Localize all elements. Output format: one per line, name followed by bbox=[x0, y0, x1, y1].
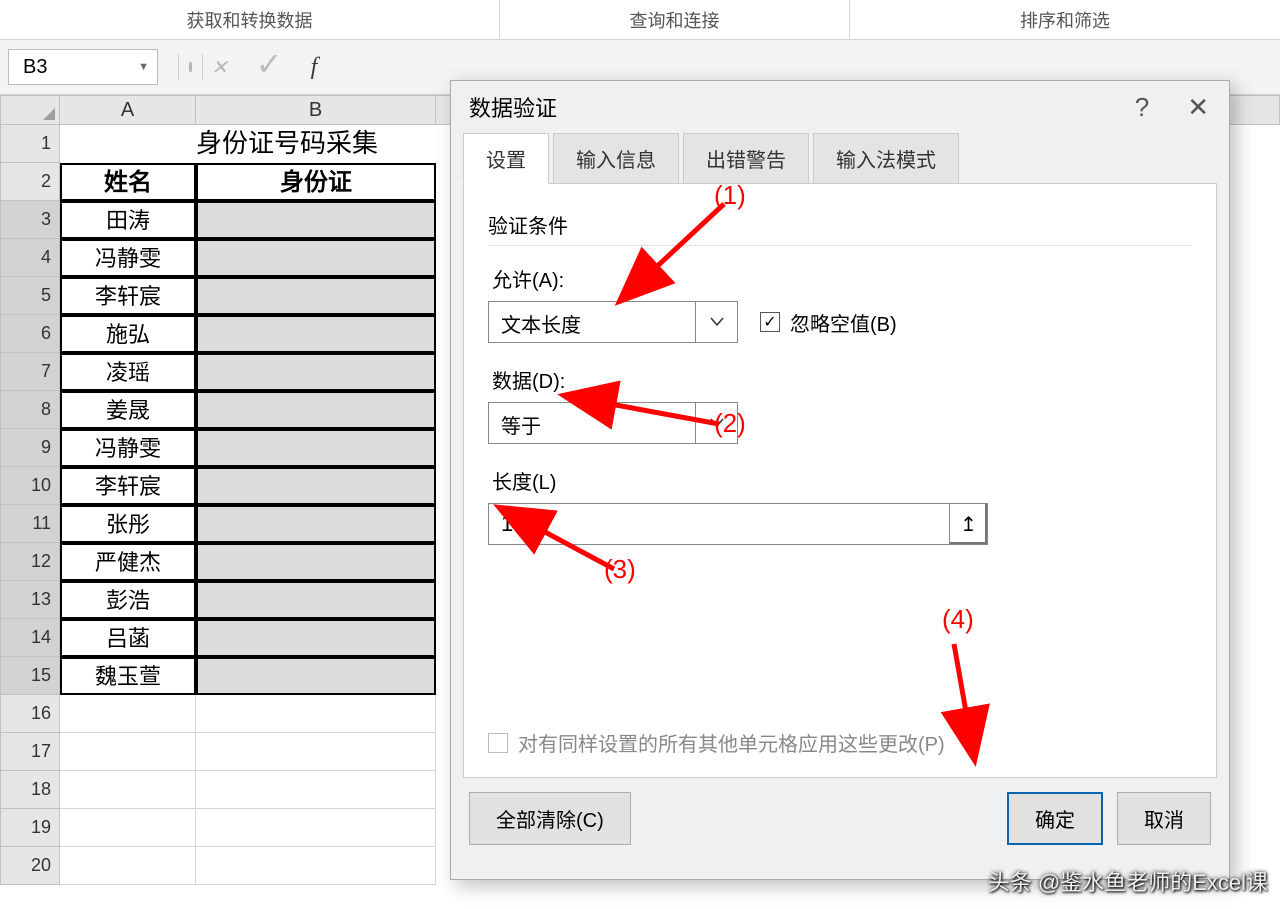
check-icon[interactable]: ✓ bbox=[256, 45, 283, 83]
cell[interactable] bbox=[196, 619, 436, 657]
drag-handle-icon[interactable] bbox=[189, 62, 192, 72]
row-header[interactable]: 6 bbox=[0, 315, 60, 353]
data-label: 数据(D): bbox=[492, 365, 1192, 394]
length-input[interactable]: ↥ bbox=[488, 503, 988, 545]
row-header[interactable]: 2 bbox=[0, 163, 60, 201]
apply-all-label: 对有同样设置的所有其他单元格应用这些更改(P) bbox=[518, 728, 945, 757]
cancel-button[interactable]: 取消 bbox=[1117, 792, 1211, 845]
help-icon[interactable]: ? bbox=[1135, 92, 1149, 123]
dialog-tabs: 设置 输入信息 出错警告 输入法模式 bbox=[451, 133, 1229, 184]
tab-settings[interactable]: 设置 bbox=[463, 133, 549, 184]
cell[interactable]: 严健杰 bbox=[60, 543, 196, 581]
tab-error-alert[interactable]: 出错警告 bbox=[683, 133, 809, 184]
cell[interactable]: 张彤 bbox=[60, 505, 196, 543]
annotation-1: (1) bbox=[714, 180, 746, 211]
cell[interactable]: 李轩宸 bbox=[60, 467, 196, 505]
arrow-icon bbox=[944, 639, 1004, 774]
chevron-down-icon[interactable]: ▼ bbox=[124, 61, 149, 73]
cell[interactable] bbox=[196, 467, 436, 505]
row-header[interactable]: 11 bbox=[0, 505, 60, 543]
ribbon-group-data: 获取和转换数据 bbox=[0, 0, 500, 41]
row-header[interactable]: 18 bbox=[0, 771, 60, 809]
column-header-B[interactable]: B bbox=[196, 95, 436, 125]
cell[interactable]: 姜晟 bbox=[60, 391, 196, 429]
cell[interactable] bbox=[196, 391, 436, 429]
row-header[interactable]: 5 bbox=[0, 277, 60, 315]
cell[interactable] bbox=[196, 429, 436, 467]
row-header[interactable]: 19 bbox=[0, 809, 60, 847]
divider bbox=[202, 54, 203, 80]
row-header[interactable]: 17 bbox=[0, 733, 60, 771]
row-header[interactable]: 4 bbox=[0, 239, 60, 277]
range-select-icon[interactable]: ↥ bbox=[949, 504, 987, 544]
allow-combobox[interactable]: 文本长度 bbox=[488, 301, 738, 343]
cell[interactable]: 凌瑶 bbox=[60, 353, 196, 391]
title-cell[interactable]: 身份证号码采集 bbox=[196, 125, 436, 163]
row-header[interactable]: 3 bbox=[0, 201, 60, 239]
cell[interactable] bbox=[196, 201, 436, 239]
cell[interactable]: 冯静雯 bbox=[60, 239, 196, 277]
row-header[interactable]: 8 bbox=[0, 391, 60, 429]
cell[interactable]: 彭浩 bbox=[60, 581, 196, 619]
ribbon-group-queries: 查询和连接 bbox=[500, 0, 850, 41]
row-header[interactable]: 9 bbox=[0, 429, 60, 467]
row-header[interactable]: 1 bbox=[0, 125, 60, 163]
column-header-A[interactable]: A bbox=[60, 95, 196, 125]
row-header[interactable]: 20 bbox=[0, 847, 60, 885]
select-all-corner[interactable] bbox=[0, 95, 60, 125]
ignore-blank-label: 忽略空值(B) bbox=[790, 308, 897, 337]
cell[interactable]: 李轩宸 bbox=[60, 277, 196, 315]
row-header[interactable]: 7 bbox=[0, 353, 60, 391]
cell[interactable]: 施弘 bbox=[60, 315, 196, 353]
section-validation-criteria: 验证条件 bbox=[488, 210, 1192, 246]
ignore-blank-checkbox[interactable]: ✓ bbox=[760, 312, 780, 332]
close-icon[interactable]: ✕ bbox=[1187, 92, 1209, 123]
cell[interactable] bbox=[196, 277, 436, 315]
cell[interactable]: 吕菡 bbox=[60, 619, 196, 657]
tab-ime-mode[interactable]: 输入法模式 bbox=[813, 133, 959, 184]
row-header[interactable]: 16 bbox=[0, 695, 60, 733]
cell[interactable]: 田涛 bbox=[60, 201, 196, 239]
tab-input-message[interactable]: 输入信息 bbox=[553, 133, 679, 184]
ok-button[interactable]: 确定 bbox=[1007, 792, 1103, 845]
clear-all-button[interactable]: 全部清除(C) bbox=[469, 792, 631, 845]
cell[interactable] bbox=[196, 315, 436, 353]
annotation-4: (4) bbox=[942, 604, 974, 635]
data-value: 等于 bbox=[489, 403, 695, 443]
header-idcard[interactable]: 身份证 bbox=[196, 163, 436, 201]
name-box-value: B3 bbox=[9, 56, 47, 79]
ribbon-group-labels: 获取和转换数据 查询和连接 排序和筛选 bbox=[0, 0, 1280, 40]
cell[interactable] bbox=[196, 239, 436, 277]
chevron-down-icon[interactable] bbox=[695, 403, 737, 443]
data-combobox[interactable]: 等于 bbox=[488, 402, 738, 444]
allow-label: 允许(A): bbox=[492, 264, 1192, 293]
row-header[interactable]: 15 bbox=[0, 657, 60, 695]
cell[interactable] bbox=[196, 543, 436, 581]
cell[interactable] bbox=[196, 505, 436, 543]
divider bbox=[178, 54, 179, 80]
header-name[interactable]: 姓名 bbox=[60, 163, 196, 201]
cell[interactable] bbox=[196, 353, 436, 391]
name-box[interactable]: B3 ▼ bbox=[8, 49, 158, 85]
length-field[interactable] bbox=[489, 504, 949, 544]
cell[interactable] bbox=[196, 581, 436, 619]
row-header[interactable]: 14 bbox=[0, 619, 60, 657]
watermark: 头条 @鉴水鱼老师的Excel课 bbox=[988, 865, 1268, 897]
cell[interactable]: 冯静雯 bbox=[60, 429, 196, 467]
cell[interactable] bbox=[196, 657, 436, 695]
cancel-icon[interactable]: ✕ bbox=[211, 55, 228, 80]
apply-all-checkbox[interactable] bbox=[488, 733, 508, 753]
allow-value: 文本长度 bbox=[489, 302, 695, 342]
ribbon-group-sort: 排序和筛选 bbox=[850, 0, 1280, 41]
row-header[interactable]: 13 bbox=[0, 581, 60, 619]
fx-icon[interactable]: f bbox=[311, 54, 318, 81]
data-validation-dialog: 数据验证 ? ✕ 设置 输入信息 出错警告 输入法模式 验证条件 允许(A): … bbox=[450, 80, 1230, 880]
cell[interactable]: 魏玉萱 bbox=[60, 657, 196, 695]
row-header[interactable]: 12 bbox=[0, 543, 60, 581]
annotation-3: (3) bbox=[604, 554, 636, 585]
dialog-title: 数据验证 bbox=[469, 91, 557, 123]
length-label: 长度(L) bbox=[492, 466, 1192, 495]
row-header[interactable]: 10 bbox=[0, 467, 60, 505]
chevron-down-icon[interactable] bbox=[695, 302, 737, 342]
